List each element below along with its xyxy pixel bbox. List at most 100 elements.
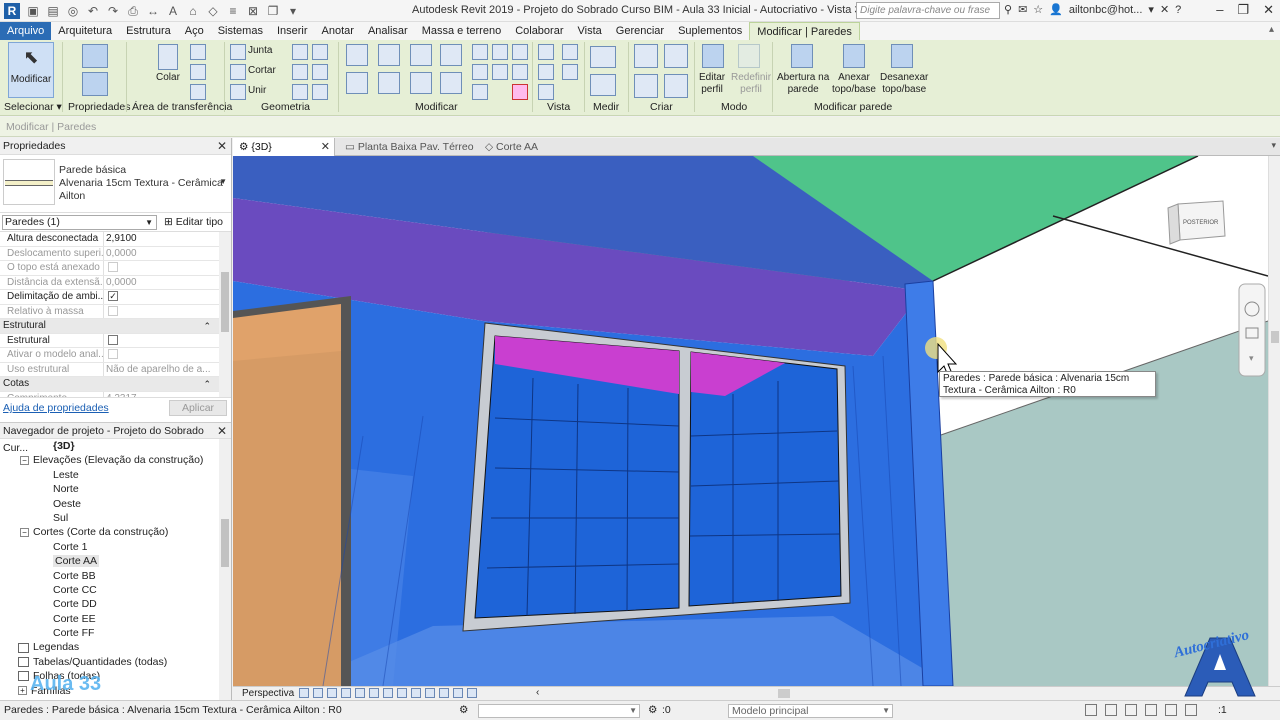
3d-viewport[interactable]: POSTERIOR ▾ bbox=[233, 156, 1268, 686]
property-row[interactable]: Uso estrutural Não de aparelho de a... bbox=[0, 362, 231, 377]
ribbon-tab-6[interactable]: Anotar bbox=[315, 22, 361, 40]
browser-node[interactable]: Corte DD bbox=[0, 597, 231, 611]
browser-node[interactable]: Corte AA bbox=[0, 554, 231, 568]
edit-type-button[interactable]: ⊞ Editar tipo bbox=[164, 216, 223, 228]
ribbon-tab-12[interactable]: Suplementos bbox=[671, 22, 749, 40]
browser-node[interactable]: Corte FF bbox=[0, 626, 231, 640]
scroll-left-icon[interactable]: ‹ bbox=[536, 687, 539, 698]
ribbon-tab-11[interactable]: Gerenciar bbox=[609, 22, 671, 40]
browser-node[interactable]: Legendas bbox=[0, 640, 231, 654]
browser-node[interactable]: Oeste bbox=[0, 497, 231, 511]
ribbon-tab-13[interactable]: Modificar | Paredes bbox=[749, 22, 860, 40]
user-icon[interactable]: 👤 bbox=[1049, 3, 1063, 16]
properties-scrollbar[interactable] bbox=[219, 232, 231, 397]
shadows-icon[interactable] bbox=[341, 688, 351, 698]
property-checkbox[interactable] bbox=[108, 334, 118, 345]
ribbon-tab-2[interactable]: Estrutura bbox=[119, 22, 178, 40]
temp-properties-icon[interactable] bbox=[439, 688, 449, 698]
switch-windows-icon[interactable]: ❐ bbox=[266, 4, 280, 18]
delete-icon[interactable] bbox=[512, 84, 528, 100]
create-assembly-icon[interactable] bbox=[634, 44, 658, 68]
property-row[interactable]: O topo está anexado bbox=[0, 261, 231, 276]
edit-profile-icon[interactable] bbox=[702, 44, 724, 68]
trim-multiple-icon[interactable] bbox=[512, 64, 528, 80]
property-row[interactable]: Deslocamento superi... 0,0000 bbox=[0, 246, 231, 261]
maximize-icon[interactable]: ❐ bbox=[1237, 2, 1249, 18]
tag-icon[interactable]: A bbox=[166, 4, 180, 18]
filter-selection-icon[interactable] bbox=[1185, 704, 1197, 716]
navigation-bar[interactable]: ▾ bbox=[1238, 283, 1266, 377]
hammer-icon[interactable] bbox=[312, 84, 328, 100]
binoculars-icon[interactable]: ⚲ bbox=[1004, 3, 1012, 16]
redo-icon[interactable]: ↷ bbox=[106, 4, 120, 18]
filter-icon[interactable] bbox=[562, 64, 578, 80]
ribbon-tab-8[interactable]: Massa e terreno bbox=[415, 22, 508, 40]
browser-node[interactable]: Norte bbox=[0, 482, 231, 496]
thin-lines-icon[interactable]: ≡ bbox=[226, 4, 240, 18]
reveal-hidden-icon[interactable] bbox=[425, 688, 435, 698]
show-crop-icon[interactable] bbox=[397, 688, 407, 698]
paste-button[interactable]: Colar bbox=[156, 72, 180, 83]
measure-icon[interactable]: ↔ bbox=[146, 4, 160, 18]
select-underlay-icon[interactable] bbox=[1105, 704, 1117, 716]
ribbon-tab-4[interactable]: Sistemas bbox=[211, 22, 270, 40]
type-dropdown-icon[interactable]: ▼ bbox=[219, 177, 227, 186]
analytical-model-icon[interactable] bbox=[453, 688, 463, 698]
split-icon[interactable] bbox=[472, 44, 488, 60]
ribbon-tab-10[interactable]: Vista bbox=[571, 22, 609, 40]
3d-view-icon[interactable]: ⌂ bbox=[186, 4, 200, 18]
instance-filter-select[interactable]: Paredes (1) ▼ bbox=[2, 215, 157, 230]
close-tab-icon[interactable]: ✕ bbox=[321, 138, 330, 156]
design-options-icon[interactable]: ⚙ bbox=[648, 701, 657, 720]
cut-icon[interactable] bbox=[190, 44, 206, 60]
attach-top-base-icon[interactable] bbox=[843, 44, 865, 68]
panel-selecionar[interactable]: Selecionar ▾ bbox=[4, 101, 62, 113]
customize-qat-icon[interactable]: ▾ bbox=[286, 4, 300, 18]
ribbon-tab-3[interactable]: Aço bbox=[178, 22, 211, 40]
cut-geometry-icon[interactable] bbox=[230, 64, 246, 80]
select-by-face-icon[interactable] bbox=[1145, 704, 1157, 716]
browser-scrollbar[interactable] bbox=[219, 439, 231, 701]
browser-node[interactable]: − Elevações (Elevação da construção) bbox=[0, 453, 231, 467]
copy-element-icon[interactable] bbox=[378, 72, 400, 94]
highlight-icon[interactable] bbox=[467, 688, 477, 698]
create-parts-icon[interactable] bbox=[664, 44, 688, 68]
detail-level-icon[interactable] bbox=[299, 688, 309, 698]
property-row[interactable]: Altura desconectada 2,9100 bbox=[0, 232, 231, 247]
close-hidden-icon[interactable]: ⊠ bbox=[246, 4, 260, 18]
pin-icon[interactable] bbox=[472, 84, 488, 100]
create-similar-icon[interactable] bbox=[664, 74, 688, 98]
mirror-draw-icon[interactable] bbox=[440, 44, 462, 66]
align-icon[interactable] bbox=[346, 44, 368, 66]
select-pinned-icon[interactable] bbox=[1125, 704, 1137, 716]
browser-node[interactable]: Corte BB bbox=[0, 569, 231, 583]
property-group[interactable]: Cotas ⌃ bbox=[0, 377, 231, 392]
close-icon[interactable]: ✕ bbox=[1263, 2, 1274, 18]
linework-icon[interactable] bbox=[538, 84, 554, 100]
light-bulb-icon[interactable] bbox=[538, 44, 554, 60]
edit-profile-button[interactable]: Editar perfil bbox=[699, 72, 725, 96]
override-graphics-icon[interactable] bbox=[538, 64, 554, 80]
browser-node[interactable]: − Cortes (Corte da construção) bbox=[0, 525, 231, 539]
visual-style-icon[interactable] bbox=[313, 688, 323, 698]
user-name[interactable]: ailtonbc@hot... bbox=[1069, 4, 1143, 16]
browser-node[interactable]: Corte EE bbox=[0, 612, 231, 626]
offset-icon[interactable] bbox=[378, 44, 400, 66]
attach-top-base-button[interactable]: Anexar topo/base bbox=[832, 72, 876, 96]
properties-icon[interactable] bbox=[82, 44, 108, 68]
property-checkbox[interactable]: ✓ bbox=[108, 291, 118, 302]
browser-node[interactable]: Corte CC bbox=[0, 583, 231, 597]
demolish-icon[interactable] bbox=[312, 44, 328, 60]
unite-icon[interactable] bbox=[230, 84, 246, 100]
render-icon[interactable] bbox=[355, 688, 365, 698]
collapse-group-icon[interactable]: ⌃ bbox=[203, 319, 211, 333]
detach-top-base-icon[interactable] bbox=[891, 44, 913, 68]
browser-node[interactable]: Sul bbox=[0, 511, 231, 525]
expand-toggle-icon[interactable]: + bbox=[18, 686, 27, 696]
unpin-icon[interactable] bbox=[512, 44, 528, 60]
ribbon-collapse-icon[interactable]: ▴ bbox=[1269, 24, 1274, 35]
select-links-icon[interactable] bbox=[1085, 704, 1097, 716]
workset-select[interactable]: ▼ bbox=[478, 704, 640, 718]
exchange-icon[interactable]: ✕ bbox=[1160, 3, 1169, 16]
ribbon-tab-7[interactable]: Analisar bbox=[361, 22, 415, 40]
